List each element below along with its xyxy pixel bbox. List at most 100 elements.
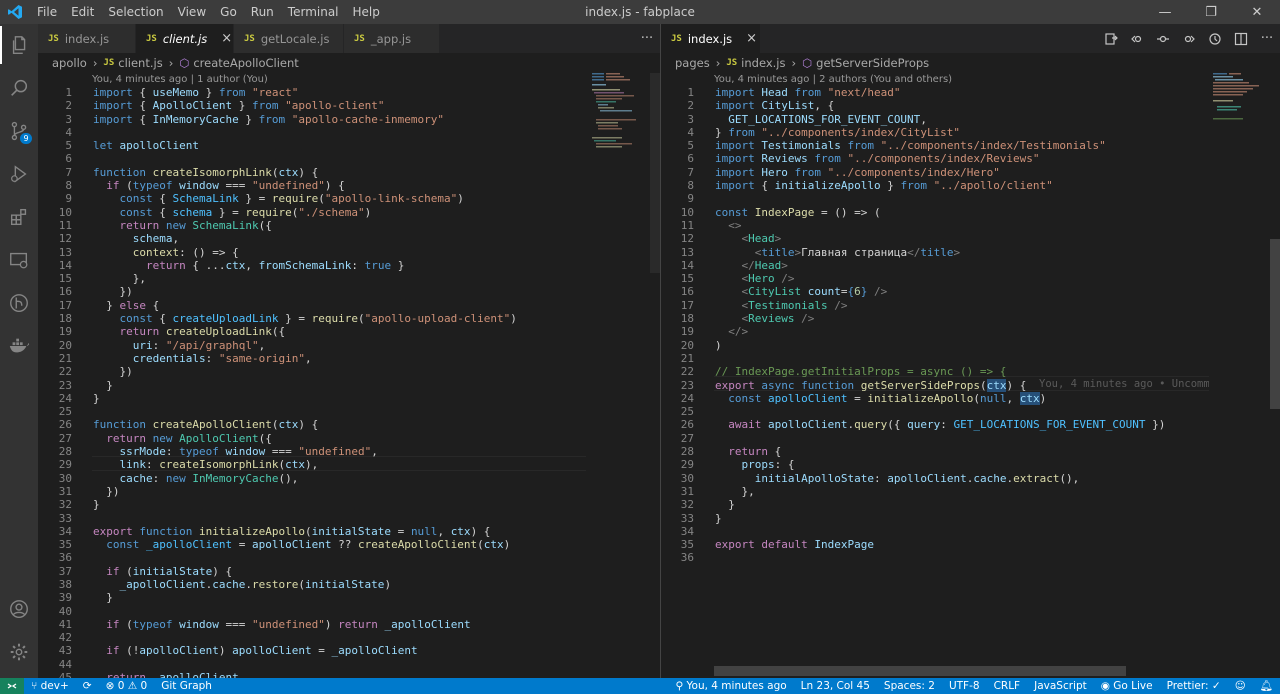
code-line[interactable]: 17 <Testimonials />	[661, 299, 1165, 312]
code-line[interactable]: 34 export function initializeApollo(initi…	[38, 525, 517, 538]
code-line[interactable]: 4	[38, 126, 517, 139]
menu-item-run[interactable]: Run	[244, 0, 281, 24]
code-line[interactable]: 24 const apolloClient = initializeApollo…	[661, 391, 1165, 405]
code-line[interactable]: 3 import { InMemoryCache } from "apollo-c…	[38, 113, 517, 126]
run-debug-icon[interactable]	[0, 155, 38, 193]
code-line[interactable]: 5 let apolloClient	[38, 139, 517, 152]
search-icon[interactable]	[0, 69, 38, 107]
left-code-area[interactable]: 1 import { useMemo } from "react" 2 import …	[38, 86, 517, 678]
menu-item-edit[interactable]: Edit	[64, 0, 101, 24]
code-line[interactable]: 4} from "../components/index/CityList"	[661, 126, 1165, 139]
code-line[interactable]: 26 function createApolloClient(ctx) {	[38, 418, 517, 431]
explorer-icon[interactable]	[0, 26, 38, 64]
code-line[interactable]: 31 })	[38, 485, 517, 498]
code-line[interactable]: 36	[661, 551, 1165, 564]
code-line[interactable]: 45 return _apolloClient	[38, 671, 517, 678]
accounts-icon[interactable]	[0, 590, 38, 628]
code-line[interactable]: 16 <CityList count={6} />	[661, 285, 1165, 298]
problems-indicator[interactable]: ⊗ 0 ⚠ 0	[99, 678, 155, 694]
code-line[interactable]: 33	[38, 512, 517, 525]
code-line[interactable]: 12 <Head>	[661, 232, 1165, 245]
encoding[interactable]: UTF-8	[942, 678, 987, 694]
codelens-authors[interactable]: You, 4 minutes ago | 2 authors (You and …	[714, 73, 952, 86]
code-line[interactable]: 18 const { createUploadLink } = require(…	[38, 312, 517, 325]
code-line[interactable]: 5 import Testimonials from "../components…	[661, 139, 1165, 152]
code-line[interactable]: 38 _apolloClient.cache.restore(initialSt…	[38, 578, 517, 591]
split-editor-icon[interactable]	[1228, 24, 1254, 53]
code-line[interactable]: 32 }	[661, 498, 1165, 511]
feedback-icon[interactable]: ☺	[1228, 678, 1253, 694]
cursor-position[interactable]: Ln 23, Col 45	[794, 678, 877, 694]
language-mode[interactable]: JavaScript	[1027, 678, 1094, 694]
breadcrumb-file[interactable]: client.js	[118, 56, 162, 70]
code-line[interactable]: 17 } else {	[38, 299, 517, 312]
close-window-button[interactable]: ✕	[1234, 0, 1280, 24]
code-line[interactable]: 31 },	[661, 485, 1165, 498]
code-line[interactable]: 10 const IndexPage = () => (	[661, 206, 1165, 219]
code-line[interactable]: 35 const _apolloClient = apolloClient ??…	[38, 538, 517, 551]
source-control-icon[interactable]: 9	[0, 112, 38, 150]
more-actions-button[interactable]: ···	[634, 24, 660, 53]
right-code-area[interactable]: 1 import Head from "next/head" 2 import Cit…	[661, 86, 1166, 565]
code-line[interactable]: 2 import { ApolloClient } from "apollo-cl…	[38, 99, 517, 112]
code-line[interactable]: 18 <Reviews />	[661, 312, 1165, 325]
code-line[interactable]: 35 export default IndexPage	[661, 538, 1165, 551]
code-line[interactable]: 29 link: createIsomorphLink(ctx),	[38, 458, 517, 471]
menu-item-file[interactable]: File	[30, 0, 64, 24]
code-line[interactable]: 1 import Head from "next/head"	[661, 86, 1165, 99]
tab--app-js[interactable]: JS _app.js	[344, 24, 440, 53]
code-line[interactable]: 26 await apolloClient.query({ query: GET…	[661, 418, 1166, 431]
code-line[interactable]: 44	[38, 658, 517, 671]
code-line[interactable]: 12 schema,	[38, 232, 517, 245]
code-line[interactable]: 22 })	[38, 365, 517, 378]
code-line[interactable]: 7 import Hero from "../components/index/H…	[661, 166, 1165, 179]
code-line[interactable]: 8 import { initializeApollo } from "../ap…	[661, 179, 1165, 192]
code-line[interactable]: 22 // IndexPage.getInitialProps = async (…	[661, 365, 1165, 378]
code-line[interactable]: 33}	[661, 512, 1165, 525]
code-line[interactable]: 6	[38, 152, 517, 165]
open-changes-icon[interactable]	[1098, 24, 1124, 53]
code-line[interactable]: 10 const { schema } = require("./schema"…	[38, 206, 517, 219]
code-line[interactable]: 15 },	[38, 272, 517, 285]
code-line[interactable]: 32}	[38, 498, 517, 511]
code-line[interactable]: 42	[38, 631, 517, 644]
breadcrumb-file[interactable]: index.js	[741, 56, 785, 70]
minimize-button[interactable]: —	[1142, 0, 1188, 24]
code-line[interactable]: 13 <title>Главная страница</title>	[661, 246, 1165, 259]
code-line[interactable]: 24}	[38, 392, 517, 405]
code-line[interactable]: 2 import CityList, {	[661, 99, 1165, 112]
code-line[interactable]: 16 })	[38, 285, 517, 298]
tab-getlocale-js[interactable]: JS getLocale.js	[234, 24, 344, 53]
code-line[interactable]: 19 return createUploadLink({	[38, 325, 517, 338]
code-line[interactable]: 20 uri: "/api/graphql",	[38, 339, 517, 352]
notifications-icon[interactable]: 🔔︎	[1253, 678, 1280, 694]
code-line[interactable]: 11 return new SchemaLink({	[38, 219, 517, 232]
menu-item-terminal[interactable]: Terminal	[281, 0, 346, 24]
remote-indicator-icon[interactable]	[0, 678, 24, 694]
git-graph-status[interactable]: Git Graph	[154, 678, 219, 694]
code-line[interactable]: 21 credentials: "same-origin",	[38, 352, 517, 365]
code-line[interactable]: 28 ssrMode: typeof window === "undefined…	[38, 445, 517, 458]
breadcrumb-folder[interactable]: pages	[675, 56, 710, 70]
code-line[interactable]: 14 return { ...ctx, fromSchemaLink: true…	[38, 259, 517, 272]
extensions-icon[interactable]	[0, 198, 38, 236]
close-tab-icon[interactable]: ×	[746, 31, 757, 46]
breadcrumb-symbol[interactable]: getServerSideProps	[816, 56, 929, 70]
code-line[interactable]: 30 cache: new InMemoryCache(),	[38, 472, 517, 485]
menu-item-selection[interactable]: Selection	[101, 0, 170, 24]
prettier-status[interactable]: Prettier: ✓	[1160, 678, 1228, 694]
code-line[interactable]: 8 if (typeof window === "undefined") {	[38, 179, 517, 192]
tab-index-js[interactable]: JS index.js	[38, 24, 136, 53]
code-line[interactable]: 34	[661, 525, 1165, 538]
code-line[interactable]: 37 if (initialState) {	[38, 565, 517, 578]
breadcrumb-folder[interactable]: apollo	[52, 56, 87, 70]
code-line[interactable]: 43 if (!apolloClient) apolloClient = _ap…	[38, 644, 517, 657]
codelens-authors[interactable]: You, 4 minutes ago | 1 author (You)	[92, 73, 268, 86]
code-line[interactable]: 27	[661, 432, 1165, 445]
docker-icon[interactable]	[0, 327, 38, 365]
close-tab-icon[interactable]: ×	[221, 31, 232, 46]
code-line[interactable]: 14 </Head>	[661, 259, 1165, 272]
code-line[interactable]: 21	[661, 352, 1165, 365]
sync-icon[interactable]: ⟳	[76, 678, 99, 694]
code-line[interactable]: 30 initialApolloState: apolloClient.cach…	[661, 472, 1165, 485]
